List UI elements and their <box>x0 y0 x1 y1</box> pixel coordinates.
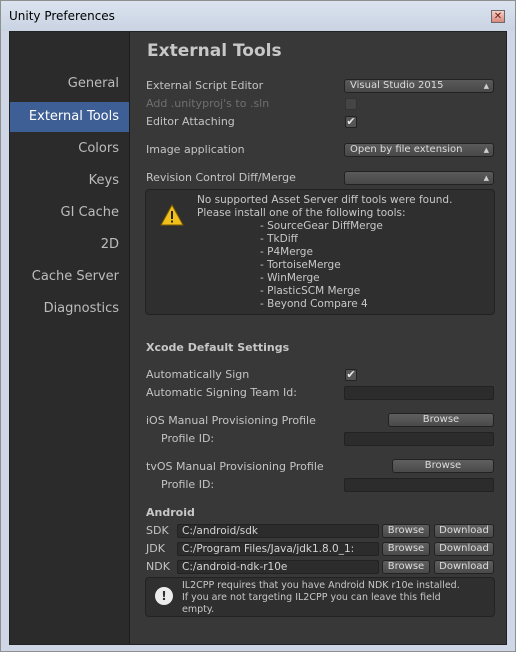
warning-line-2: Please install one of the following tool… <box>197 207 406 219</box>
page-title: External Tools <box>147 41 282 61</box>
jdk-label: JDK <box>146 542 165 555</box>
xcode-section-heading: Xcode Default Settings <box>146 341 290 354</box>
sidebar-item-general[interactable]: General <box>10 69 129 99</box>
sidebar: General External Tools Colors Keys GI Ca… <box>10 32 130 644</box>
team-id-input[interactable] <box>344 386 494 400</box>
tool-item: - P4Merge <box>260 246 313 258</box>
jdk-path-input[interactable]: C:/Program Files/Java/jdk1.8.0_1: <box>177 542 379 556</box>
diff-tools-warning-box: No supported Asset Server diff tools wer… <box>145 189 495 315</box>
checkmark-icon: ✔ <box>346 368 356 381</box>
warning-line-1: No supported Asset Server diff tools wer… <box>197 194 453 206</box>
updown-arrow-icon: ▲ <box>483 82 489 90</box>
dropdown-value: Visual Studio 2015 <box>350 80 444 91</box>
window-title: Unity Preferences <box>9 9 115 23</box>
add-unityproj-checkbox[interactable] <box>345 98 357 110</box>
sidebar-item-colors[interactable]: Colors <box>10 134 129 164</box>
close-button[interactable]: ✕ <box>491 10 505 23</box>
ndk-info-box: ! IL2CPP requires that you have Android … <box>145 577 495 617</box>
close-icon: ✕ <box>493 11 503 22</box>
team-id-label: Automatic Signing Team Id: <box>146 386 297 399</box>
sdk-download-button[interactable]: Download <box>434 524 494 538</box>
info-line-3: empty. <box>182 604 215 615</box>
tool-item: - TkDiff <box>260 233 298 245</box>
jdk-download-button[interactable]: Download <box>434 542 494 556</box>
ios-profile-label: iOS Manual Provisioning Profile <box>146 414 316 427</box>
ios-profile-id-input[interactable] <box>344 432 494 446</box>
sidebar-item-diagnostics[interactable]: Diagnostics <box>10 294 129 324</box>
add-unityproj-label: Add .unityproj's to .sln <box>146 97 270 110</box>
tvos-profile-id-input[interactable] <box>344 478 494 492</box>
jdk-browse-button[interactable]: Browse <box>382 542 430 556</box>
sidebar-item-external-tools[interactable]: External Tools <box>10 102 129 132</box>
ios-browse-button[interactable]: Browse <box>388 413 494 427</box>
tool-item: - Beyond Compare 4 <box>260 298 368 310</box>
revision-control-label: Revision Control Diff/Merge <box>146 171 296 184</box>
warning-icon <box>160 204 184 226</box>
auto-sign-label: Automatically Sign <box>146 368 250 381</box>
auto-sign-checkbox[interactable]: ✔ <box>345 369 357 381</box>
external-script-editor-dropdown[interactable]: Visual Studio 2015 ▲ <box>344 79 494 93</box>
sdk-label: SDK <box>146 524 169 537</box>
updown-arrow-icon: ▲ <box>483 146 489 154</box>
info-line-1: IL2CPP requires that you have Android ND… <box>182 580 460 591</box>
updown-arrow-icon: ▲ <box>483 174 489 182</box>
editor-attaching-label: Editor Attaching <box>146 115 235 128</box>
sdk-browse-button[interactable]: Browse <box>382 524 430 538</box>
sidebar-item-cache-server[interactable]: Cache Server <box>10 262 129 292</box>
sidebar-item-2d[interactable]: 2D <box>10 230 129 260</box>
tool-item: - SourceGear DiffMerge <box>260 220 383 232</box>
preferences-client: General External Tools Colors Keys GI Ca… <box>9 31 507 645</box>
ndk-path-input[interactable]: C:/android-ndk-r10e <box>177 560 379 574</box>
image-application-dropdown[interactable]: Open by file extension ▲ <box>344 143 494 157</box>
ndk-label: NDK <box>146 560 170 573</box>
sidebar-item-keys[interactable]: Keys <box>10 166 129 196</box>
dropdown-value: Open by file extension <box>350 144 463 155</box>
external-script-editor-label: External Script Editor <box>146 79 264 92</box>
tvos-profile-id-label: Profile ID: <box>161 478 215 491</box>
checkmark-icon: ✔ <box>346 115 356 128</box>
tool-item: - WinMerge <box>260 272 320 284</box>
ndk-browse-button[interactable]: Browse <box>382 560 430 574</box>
preferences-window: Unity Preferences ✕ General External Too… <box>0 0 516 652</box>
info-icon: ! <box>155 587 173 605</box>
revision-control-dropdown[interactable]: ▲ <box>344 171 494 185</box>
sidebar-item-gi-cache[interactable]: GI Cache <box>10 198 129 228</box>
ios-profile-id-label: Profile ID: <box>161 432 215 445</box>
sdk-path-input[interactable]: C:/android/sdk <box>177 524 379 538</box>
tool-item: - TortoiseMerge <box>260 259 341 271</box>
image-application-label: Image application <box>146 143 245 156</box>
tvos-profile-label: tvOS Manual Provisioning Profile <box>146 460 324 473</box>
tool-item: - PlasticSCM Merge <box>260 285 361 297</box>
title-bar[interactable]: Unity Preferences ✕ <box>1 1 515 31</box>
editor-attaching-checkbox[interactable]: ✔ <box>345 116 357 128</box>
android-section-heading: Android <box>146 506 195 519</box>
ndk-download-button[interactable]: Download <box>434 560 494 574</box>
external-tools-panel: External Tools External Script Editor Vi… <box>130 32 506 644</box>
tvos-browse-button[interactable]: Browse <box>392 459 494 473</box>
info-line-2: If you are not targeting IL2CPP you can … <box>182 592 441 603</box>
